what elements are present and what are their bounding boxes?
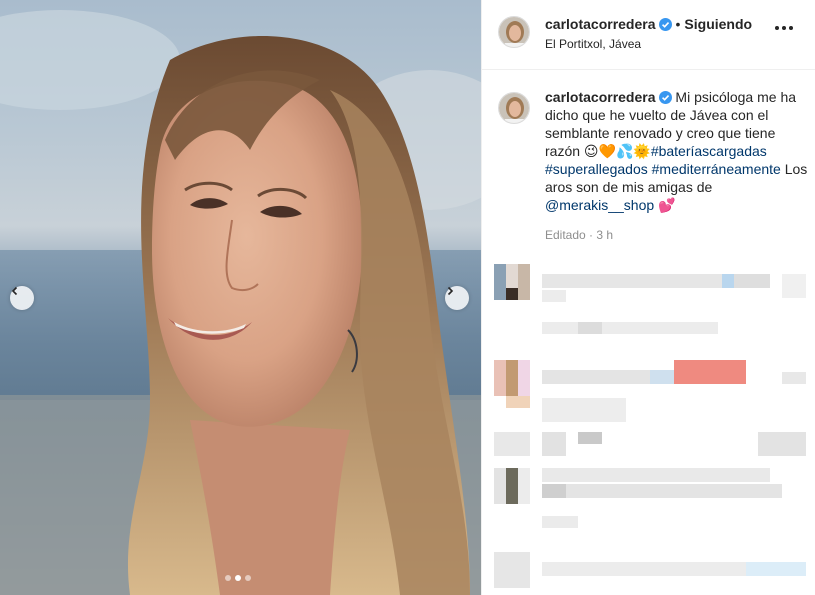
pixelated-comment-line [542, 562, 746, 576]
pixelated-avatar [494, 360, 530, 396]
pixelated-comment-meta [578, 322, 602, 334]
post-side-panel: carlotacorredera • Siguiendo El Portitxol,… [481, 0, 815, 595]
post-caption: carlotacorredera Mi psicóloga me ha dich… [498, 88, 808, 242]
pixelated-comment-line [542, 468, 770, 482]
pixelated-comment-line [734, 274, 770, 288]
pixelated-avatar-part [506, 288, 518, 300]
pixelated-like-icon [758, 432, 806, 456]
pixelated-like-icon [782, 372, 806, 384]
chevron-left-icon [11, 286, 18, 296]
edited-label: Editado [545, 228, 586, 242]
post-header: carlotacorredera • Siguiendo El Portitxol,… [482, 0, 815, 70]
avatar-image [499, 17, 529, 47]
hashtag-link[interactable]: #mediterráneamente [652, 161, 781, 177]
pixelated-comment-line [650, 370, 674, 384]
portrait-image [0, 10, 481, 595]
pixelated-like-icon [782, 274, 806, 298]
following-button[interactable]: Siguiendo [684, 16, 752, 32]
carousel-dot [245, 575, 251, 581]
chevron-right-icon [447, 286, 454, 296]
post-meta: Editado · 3 h [545, 228, 808, 242]
meta-separator: · [589, 228, 594, 242]
post-location[interactable]: El Portitxol, Jávea [545, 37, 641, 51]
caption-avatar[interactable] [498, 92, 530, 124]
pixelated-comment-line [542, 370, 650, 384]
avatar-image [499, 93, 529, 123]
pixelated-comment-line [542, 432, 566, 456]
pixelated-comment-line [566, 484, 782, 498]
mention-link[interactable]: @merakis__shop [545, 197, 654, 213]
pixelated-comment-line [746, 562, 806, 576]
separator-dot: • [675, 16, 681, 32]
pixelated-comment-line [674, 360, 746, 384]
author-username[interactable]: carlotacorredera [545, 16, 656, 32]
caption-emoji-heart: 💕 [658, 197, 676, 213]
verified-badge-icon [658, 18, 672, 31]
pixelated-avatar-part [506, 396, 530, 408]
carousel-prev-button[interactable] [10, 286, 34, 310]
author-avatar[interactable] [498, 16, 530, 48]
comments-list-pixelated [482, 262, 815, 595]
pixelated-comment-line [542, 484, 566, 498]
caption-username[interactable]: carlotacorredera [545, 89, 656, 105]
post-photo [0, 0, 481, 595]
time-ago[interactable]: 3 h [596, 228, 613, 242]
carousel-dot [225, 575, 231, 581]
hashtag-link[interactable]: #bateríascargadas [651, 143, 767, 159]
carousel-next-button[interactable] [445, 286, 469, 310]
pixelated-comment-meta [542, 516, 578, 528]
pixelated-comment-line [542, 290, 566, 302]
verified-badge-icon [658, 91, 672, 104]
caption-emojis: 😉🧡💦🌞 [583, 143, 651, 159]
pixelated-comment-line [542, 398, 626, 422]
more-options-icon[interactable] [775, 26, 793, 30]
pixelated-avatar [494, 468, 530, 504]
header-title-row: carlotacorredera • Siguiendo [545, 16, 752, 32]
pixelated-comment-line [722, 274, 734, 288]
carousel-dot-active [235, 575, 241, 581]
hashtag-link[interactable]: #superallegados [545, 161, 648, 177]
caption-text: carlotacorredera Mi psicóloga me ha dich… [545, 88, 808, 214]
pixelated-avatar [494, 552, 530, 588]
pixelated-comment-meta [542, 322, 718, 334]
pixelated-comment-line [578, 432, 602, 444]
pixelated-avatar [494, 432, 530, 456]
pixelated-comment-line [542, 274, 722, 288]
carousel-indicator [225, 575, 251, 581]
